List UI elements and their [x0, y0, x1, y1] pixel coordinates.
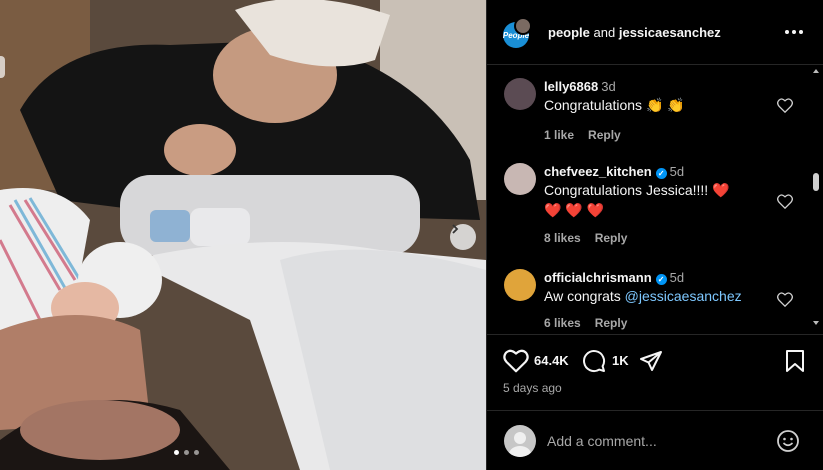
comment-username[interactable]: chefveez_kitchen	[544, 164, 652, 179]
comment-meta: 1 like Reply	[544, 128, 685, 142]
comments-scrollbar[interactable]	[812, 65, 820, 335]
reply-button[interactable]: Reply	[595, 316, 628, 330]
comment-text-line-2: ❤️ ❤️ ❤️	[544, 202, 605, 218]
comment-body: officialchrismann ✓ 5d Aw congrats @jessic…	[544, 270, 742, 330]
comment-user-line: lelly6868 3d	[544, 79, 685, 94]
post-actions: 64.4K 1K 5 days ago	[487, 336, 823, 396]
comment-username[interactable]: lelly6868	[544, 79, 598, 94]
previous-edge-indicator[interactable]	[0, 56, 5, 78]
comment-text: Aw congrats @jessicaesanchez	[544, 288, 742, 304]
comment-user-line: chefveez_kitchen ✓ 5d	[544, 164, 730, 179]
commenter-avatar[interactable]	[504, 163, 536, 195]
comments-list[interactable]: lelly6868 3d Congratulations 👏 👏 1 like Re…	[487, 65, 823, 335]
scroll-thumb[interactable]	[813, 173, 819, 191]
comment-likes[interactable]: 6 likes	[544, 316, 581, 330]
post-media[interactable]	[0, 0, 486, 470]
current-user-avatar[interactable]	[504, 425, 536, 457]
post-side-panel: People people and jessicaesanchez lelly6…	[486, 0, 823, 470]
bookmark-icon[interactable]	[784, 349, 806, 373]
carousel-dot	[184, 450, 189, 455]
and-text: and	[593, 25, 616, 40]
comment-time: 5d	[669, 164, 685, 179]
like-heart-icon[interactable]	[503, 349, 529, 373]
comment-body: chefveez_kitchen ✓ 5d Congratulations Jess…	[544, 164, 730, 245]
chevron-right-icon	[452, 224, 459, 234]
post-timestamp[interactable]: 5 days ago	[503, 381, 562, 395]
comment-heart-icon[interactable]	[777, 98, 793, 113]
verified-badge-icon: ✓	[655, 274, 667, 285]
comment-time: 5d	[669, 270, 685, 285]
commenter-avatar[interactable]	[504, 269, 536, 301]
comment-meta: 8 likes Reply	[544, 231, 730, 245]
comment-likes[interactable]: 1 like	[544, 128, 574, 142]
comment-meta: 6 likes Reply	[544, 316, 742, 330]
scroll-down-arrow-icon[interactable]	[813, 321, 819, 325]
reply-button[interactable]: Reply	[595, 231, 628, 245]
comment-composer	[487, 410, 823, 470]
carousel-dot	[194, 450, 199, 455]
comment-likes[interactable]: 8 likes	[544, 231, 581, 245]
header-usernames: people and jessicaesanchez	[548, 25, 721, 40]
comment-count[interactable]: 1K	[612, 353, 629, 368]
account-name-jessica[interactable]: jessicaesanchez	[619, 25, 721, 40]
post-photo	[0, 0, 486, 470]
carousel-dot	[174, 450, 179, 455]
comment-text-prefix: Aw congrats	[544, 288, 625, 304]
comment-heart-icon[interactable]	[777, 292, 793, 307]
comment-heart-icon[interactable]	[777, 194, 793, 209]
comment-time: 3d	[601, 79, 616, 94]
emoji-smiley-icon[interactable]	[776, 429, 800, 453]
add-comment-input[interactable]	[547, 430, 767, 452]
scroll-up-arrow-icon[interactable]	[813, 69, 819, 73]
post-header: People people and jessicaesanchez	[487, 0, 823, 65]
jessica-avatar[interactable]	[514, 17, 532, 35]
like-count[interactable]: 64.4K	[534, 353, 569, 368]
reply-button[interactable]: Reply	[588, 128, 621, 142]
commenter-avatar[interactable]	[504, 78, 536, 110]
default-user-icon	[509, 432, 531, 457]
share-paper-plane-icon[interactable]	[639, 349, 663, 373]
carousel-dots	[174, 450, 199, 455]
verified-badge-icon: ✓	[655, 168, 667, 179]
next-media-button[interactable]	[450, 224, 476, 250]
comment-text: Congratulations Jessica!!!! ❤️	[544, 182, 730, 198]
mention-link[interactable]: @jessicaesanchez	[625, 288, 742, 304]
comment-bubble-icon[interactable]	[582, 349, 606, 373]
comment-user-line: officialchrismann ✓ 5d	[544, 270, 742, 285]
comment-username[interactable]: officialchrismann	[544, 270, 652, 285]
comment-body: lelly6868 3d Congratulations 👏 👏 1 like Re…	[544, 79, 685, 142]
account-name-people[interactable]: people	[548, 25, 590, 40]
comment-text: Congratulations 👏 👏	[544, 97, 685, 113]
more-options-icon[interactable]	[785, 24, 805, 40]
